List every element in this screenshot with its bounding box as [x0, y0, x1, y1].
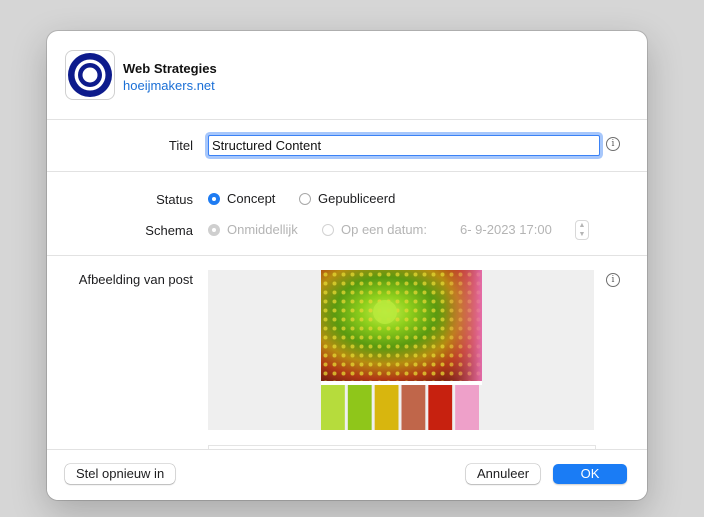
- title-info-icon[interactable]: i: [606, 137, 620, 151]
- palette-swatch: [347, 385, 372, 430]
- radio-label: Gepubliceerd: [318, 191, 396, 206]
- radio-label: Op een datum:: [341, 222, 427, 237]
- radio-unselected-icon: [322, 223, 334, 236]
- schema-label: Schema: [145, 223, 193, 238]
- palette-swatch: [428, 385, 453, 430]
- chevron-down-icon[interactable]: ▼: [576, 230, 588, 239]
- status-radio-published[interactable]: Gepubliceerd: [299, 191, 395, 206]
- dialog-footer: Stel opnieuw in Annuleer OK: [47, 449, 647, 500]
- featured-image: [321, 270, 482, 430]
- schema-radio-on-date[interactable]: Op een datum:: [322, 222, 427, 237]
- site-logo-icon: [66, 51, 114, 99]
- palette-swatch: [321, 385, 345, 430]
- ok-button[interactable]: OK: [553, 464, 627, 484]
- status-radio-concept[interactable]: Concept: [208, 191, 275, 206]
- divider: [47, 171, 647, 172]
- schedule-date-field[interactable]: 6- 9-2023 17:00: [460, 221, 572, 239]
- title-label: Titel: [168, 138, 193, 153]
- cancel-button[interactable]: Annuleer: [466, 464, 541, 484]
- site-url-link[interactable]: hoeijmakers.net: [123, 78, 215, 93]
- divider: [47, 119, 647, 120]
- featured-image-info-icon[interactable]: i: [606, 273, 620, 287]
- radio-label: Concept: [227, 191, 276, 206]
- featured-image-well[interactable]: [208, 270, 594, 430]
- palette-swatch: [455, 385, 479, 430]
- chevron-up-icon[interactable]: ▲: [576, 221, 588, 230]
- palette-swatch: [401, 385, 426, 430]
- site-name: Web Strategies: [123, 61, 217, 76]
- date-stepper[interactable]: ▲ ▼: [575, 220, 589, 240]
- divider: [47, 255, 647, 256]
- palette-swatch: [374, 385, 399, 430]
- radio-selected-icon: [208, 192, 220, 205]
- radio-label: Onmiddellijk: [227, 222, 298, 237]
- radio-selected-icon: [208, 223, 220, 236]
- post-settings-dialog: Web Strategies hoeijmakers.net Titel i S…: [47, 31, 647, 500]
- title-input[interactable]: [208, 135, 600, 156]
- featured-image-label: Afbeelding van post: [78, 272, 193, 287]
- reset-button[interactable]: Stel opnieuw in: [65, 464, 176, 484]
- schema-radio-immediate[interactable]: Onmiddellijk: [208, 222, 298, 237]
- radio-unselected-icon: [299, 192, 311, 205]
- status-label: Status: [156, 192, 193, 207]
